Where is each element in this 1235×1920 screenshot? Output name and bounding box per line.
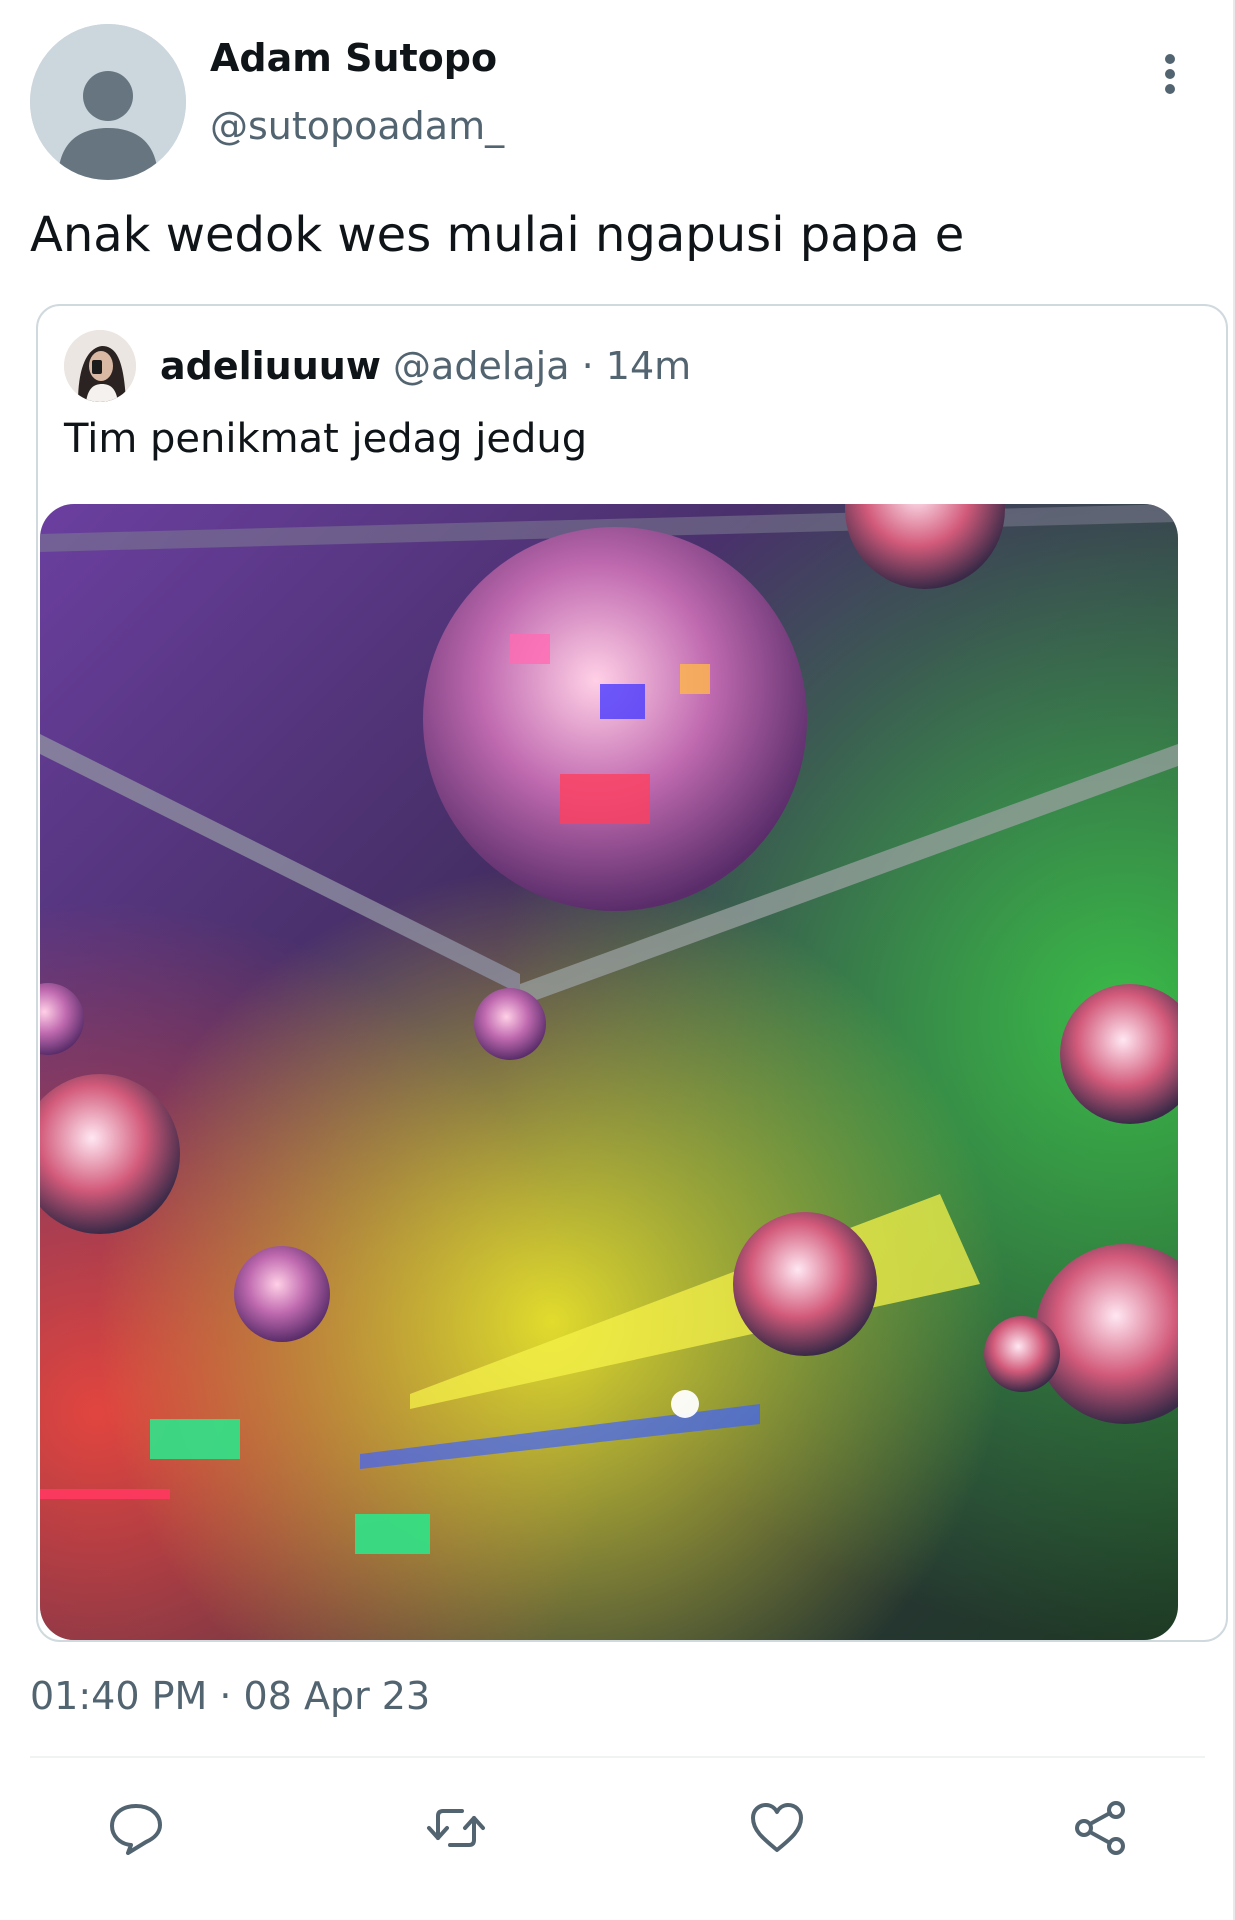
quoted-author-avatar[interactable] bbox=[64, 330, 136, 402]
default-profile-icon bbox=[30, 24, 186, 180]
like-icon bbox=[751, 1803, 803, 1852]
quoted-tweet-photo[interactable] bbox=[40, 504, 1178, 1640]
quoted-tweet-meta: adeliuuuw @adelaja · 14m bbox=[160, 344, 691, 388]
like-button[interactable] bbox=[745, 1796, 809, 1860]
author-display-name[interactable]: Adam Sutopo bbox=[210, 36, 497, 80]
author-avatar[interactable] bbox=[30, 24, 186, 180]
reply-button[interactable] bbox=[104, 1796, 168, 1860]
quoted-tweet-text: Tim penikmat jedag jedug bbox=[64, 416, 588, 462]
share-button[interactable] bbox=[1068, 1796, 1132, 1860]
meta-separator: · bbox=[581, 344, 594, 388]
quoted-display-name[interactable]: adeliuuuw bbox=[160, 344, 381, 388]
profile-photo-icon bbox=[64, 330, 136, 402]
divider bbox=[30, 1756, 1205, 1758]
quoted-handle[interactable]: @adelaja bbox=[393, 344, 569, 388]
more-options-button[interactable] bbox=[1150, 48, 1190, 100]
quoted-time: 14m bbox=[605, 344, 692, 388]
tweet-detail: Adam Sutopo @sutopoadam_ Anak wedok wes … bbox=[0, 0, 1235, 1920]
retweet-button[interactable] bbox=[424, 1796, 488, 1860]
disco-balls-photo bbox=[40, 504, 1178, 1640]
more-vertical-icon bbox=[1165, 54, 1175, 94]
share-icon bbox=[1075, 1801, 1125, 1855]
retweet-icon bbox=[427, 1809, 485, 1847]
tweet-timestamp[interactable]: 01:40 PM · 08 Apr 23 bbox=[30, 1674, 430, 1718]
tweet-text: Anak wedok wes mulai ngapusi papa e bbox=[30, 207, 965, 263]
author-handle[interactable]: @sutopoadam_ bbox=[210, 104, 504, 148]
reply-icon bbox=[110, 1804, 162, 1855]
quoted-tweet-card[interactable]: adeliuuuw @adelaja · 14m Tim penikmat je… bbox=[36, 304, 1228, 1642]
